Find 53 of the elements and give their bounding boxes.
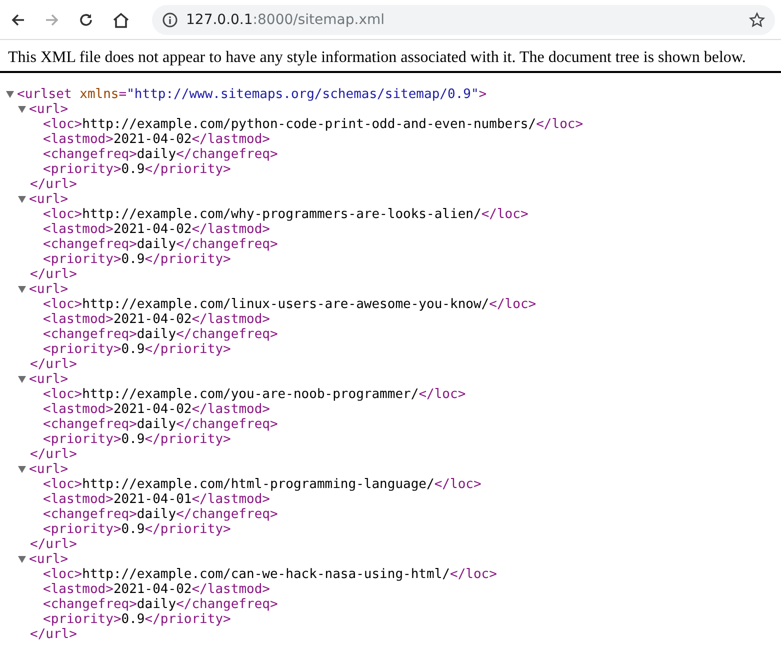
collapse-triangle-icon[interactable]	[18, 196, 26, 203]
xml-element-line: <priority>0.9</priority>	[43, 432, 231, 447]
xml-element-line: <changefreq>daily</changefreq>	[43, 417, 278, 432]
xml-element-line: <changefreq>daily</changefreq>	[43, 237, 278, 252]
xml-element-line: <loc>http://example.com/python-code-print-odd-and-even-numbers/</loc>	[43, 117, 584, 132]
back-icon[interactable]	[10, 12, 26, 28]
xml-element-line: <loc>http://example.com/linux-users-are-awesome-you-know/</loc>	[43, 297, 536, 312]
collapse-triangle-icon[interactable]	[18, 376, 26, 383]
bookmark-star-icon[interactable]	[749, 12, 765, 28]
collapse-triangle-icon[interactable]	[18, 556, 26, 563]
xml-open-tag: <url>	[29, 552, 68, 567]
xml-close-tag: </url>	[30, 177, 77, 192]
xml-element-line: <changefreq>daily</changefreq>	[43, 597, 278, 612]
xml-close-tag: </url>	[30, 627, 77, 642]
xml-open-tag: <url>	[29, 372, 68, 387]
xml-element-line: <priority>0.9</priority>	[43, 252, 231, 267]
xml-element-line: <lastmod>2021-04-02</lastmod>	[43, 402, 270, 417]
xml-open-tag: <url>	[29, 282, 68, 297]
xml-element-line: <lastmod>2021-04-02</lastmod>	[43, 222, 270, 237]
xml-element-line: <loc>http://example.com/why-programmers-are-looks-alien/</loc>	[43, 207, 528, 222]
xml-element-line: <lastmod>2021-04-02</lastmod>	[43, 312, 270, 327]
xml-close-tag: </url>	[30, 447, 77, 462]
xml-open-tag: <url>	[29, 462, 68, 477]
collapse-triangle-icon[interactable]	[6, 91, 14, 98]
xml-element-line: <loc>http://example.com/can-we-hack-nasa-using-html/</loc>	[43, 567, 497, 582]
xml-close-tag: </url>	[30, 267, 77, 282]
xml-style-notice: This XML file does not appear to have any style information associated with it. The document tree is shown below.	[0, 40, 781, 73]
xml-element-line: <loc>http://example.com/you-are-noob-programmer/</loc>	[43, 387, 466, 402]
xml-close-tag: </url>	[30, 537, 77, 552]
home-icon[interactable]	[112, 12, 130, 28]
collapse-triangle-icon[interactable]	[18, 466, 26, 473]
collapse-triangle-icon[interactable]	[18, 106, 26, 113]
url-path: :8000/sitemap.xml	[252, 12, 385, 28]
collapse-triangle-icon[interactable]	[18, 286, 26, 293]
url-host: 127.0.0.1	[186, 12, 253, 28]
xml-element-line: <lastmod>2021-04-02</lastmod>	[43, 582, 270, 597]
xml-element-line: <changefreq>daily</changefreq>	[43, 327, 278, 342]
reload-icon[interactable]	[78, 12, 94, 28]
info-icon[interactable]	[162, 12, 178, 28]
address-bar[interactable]: 127.0.0.1:8000/sitemap.xml	[152, 4, 775, 34]
xml-open-tag: <urlset xmlns="http://www.sitemaps.org/schemas/sitemap/0.9">	[17, 87, 487, 102]
xml-element-line: <lastmod>2021-04-02</lastmod>	[43, 132, 270, 147]
xml-element-line: <priority>0.9</priority>	[43, 342, 231, 357]
xml-element-line: <lastmod>2021-04-01</lastmod>	[43, 492, 270, 507]
xml-element-line: <loc>http://example.com/html-programming-language/</loc>	[43, 477, 482, 492]
xml-element-line: <changefreq>daily</changefreq>	[43, 507, 278, 522]
xml-close-tag: </url>	[30, 357, 77, 372]
xml-element-line: <priority>0.9</priority>	[43, 612, 231, 627]
xml-element-line: <priority>0.9</priority>	[43, 162, 231, 177]
xml-element-line: <changefreq>daily</changefreq>	[43, 147, 278, 162]
xml-open-tag: <url>	[29, 192, 68, 207]
xml-open-tag: <url>	[29, 102, 68, 117]
xml-element-line: <priority>0.9</priority>	[43, 522, 231, 537]
